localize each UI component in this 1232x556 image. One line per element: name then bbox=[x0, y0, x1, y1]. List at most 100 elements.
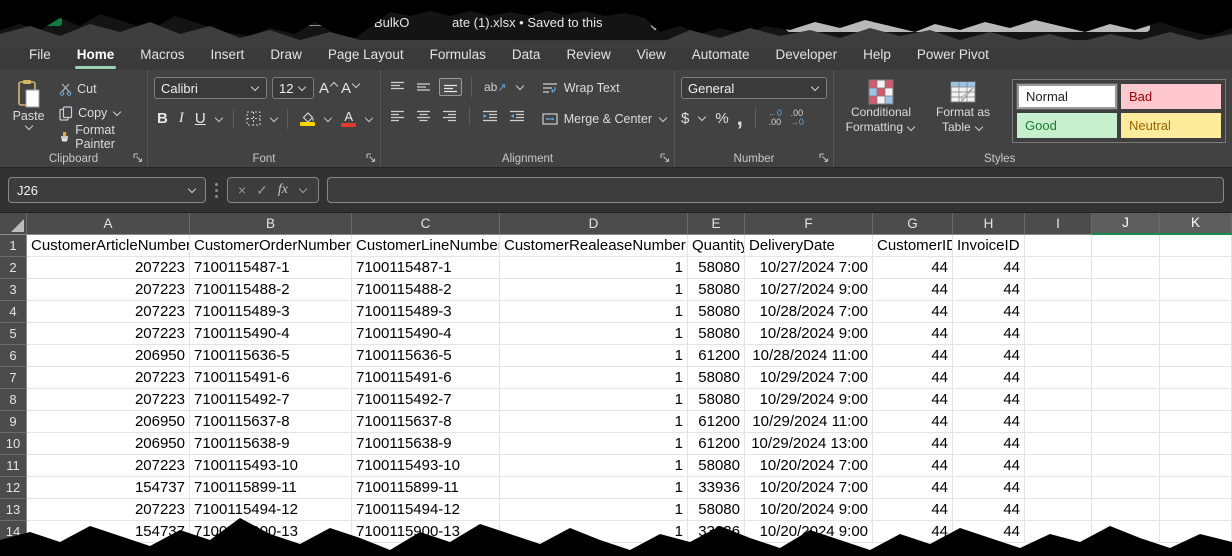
clipboard-dialog-launcher-icon[interactable] bbox=[133, 153, 143, 163]
currency-format-button[interactable]: $ bbox=[681, 110, 689, 127]
cell-A1[interactable]: CustomerArticleNumber bbox=[27, 235, 190, 257]
cell-style-neutral[interactable]: Neutral bbox=[1121, 113, 1221, 138]
fx-dropdown-icon[interactable] bbox=[299, 185, 307, 193]
cell-F12[interactable]: 10/20/2024 7:00 bbox=[745, 477, 873, 499]
orientation-button[interactable]: ab ↗ bbox=[481, 78, 510, 96]
cell-I14[interactable] bbox=[1025, 521, 1092, 543]
cell-F1[interactable]: DeliveryDate bbox=[745, 235, 873, 257]
cell-E13[interactable]: 58080 bbox=[688, 499, 745, 521]
cell-C7[interactable]: 7100115491-6 bbox=[352, 367, 500, 389]
orientation-dropdown-icon[interactable] bbox=[515, 82, 523, 90]
cell-B2[interactable]: 7100115487-1 bbox=[190, 257, 352, 279]
cell-B12[interactable]: 7100115899-11 bbox=[190, 477, 352, 499]
cell-J6[interactable] bbox=[1092, 345, 1160, 367]
cell-G12[interactable]: 44 bbox=[873, 477, 953, 499]
bold-button[interactable]: B bbox=[154, 108, 171, 129]
increase-font-size-button[interactable]: A bbox=[319, 80, 336, 97]
underline-button[interactable]: U bbox=[192, 108, 209, 129]
cell-J9[interactable] bbox=[1092, 411, 1160, 433]
cell-A9[interactable]: 206950 bbox=[27, 411, 190, 433]
cell-C13[interactable]: 7100115494-12 bbox=[352, 499, 500, 521]
cell-B3[interactable]: 7100115488-2 bbox=[190, 279, 352, 301]
cell-J3[interactable] bbox=[1092, 279, 1160, 301]
cell-B1[interactable]: CustomerOrderNumber bbox=[190, 235, 352, 257]
cell-E7[interactable]: 58080 bbox=[688, 367, 745, 389]
cell-A2[interactable]: 207223 bbox=[27, 257, 190, 279]
row-header-6[interactable]: 6 bbox=[0, 345, 27, 367]
row-header-1[interactable]: 1 bbox=[0, 235, 27, 257]
cell-H12[interactable]: 44 bbox=[953, 477, 1025, 499]
cell-E2[interactable]: 58080 bbox=[688, 257, 745, 279]
tab-file[interactable]: File bbox=[16, 40, 64, 70]
row-header-4[interactable]: 4 bbox=[0, 301, 27, 323]
cell-K13[interactable] bbox=[1160, 499, 1232, 521]
cell-K3[interactable] bbox=[1160, 279, 1232, 301]
tab-insert[interactable]: Insert bbox=[198, 40, 258, 70]
cell-H11[interactable]: 44 bbox=[953, 455, 1025, 477]
font-color-dropdown-icon[interactable] bbox=[365, 113, 373, 121]
cell-K5[interactable] bbox=[1160, 323, 1232, 345]
cell-A6[interactable]: 206950 bbox=[27, 345, 190, 367]
cell-D4[interactable]: 1 bbox=[500, 301, 688, 323]
cell-E8[interactable]: 58080 bbox=[688, 389, 745, 411]
percent-format-button[interactable]: % bbox=[715, 110, 728, 127]
copy-button[interactable]: Copy bbox=[59, 104, 141, 122]
cell-I1[interactable] bbox=[1025, 235, 1092, 257]
tab-power-pivot[interactable]: Power Pivot bbox=[904, 40, 1002, 70]
cell-I10[interactable] bbox=[1025, 433, 1092, 455]
underline-dropdown-icon[interactable] bbox=[214, 113, 222, 121]
font-color-button[interactable]: A bbox=[338, 109, 359, 129]
chevron-down-icon[interactable] bbox=[651, 22, 659, 30]
cell-J12[interactable] bbox=[1092, 477, 1160, 499]
cell-B11[interactable]: 7100115493-10 bbox=[190, 455, 352, 477]
cell-J1[interactable] bbox=[1092, 235, 1160, 257]
cell-I7[interactable] bbox=[1025, 367, 1092, 389]
cell-B8[interactable]: 7100115492-7 bbox=[190, 389, 352, 411]
cell-J11[interactable] bbox=[1092, 455, 1160, 477]
cell-F3[interactable]: 10/27/2024 9:00 bbox=[745, 279, 873, 301]
increase-decimal-button[interactable]: ←0.00 bbox=[768, 109, 782, 127]
cell-G4[interactable]: 44 bbox=[873, 301, 953, 323]
align-bottom-button[interactable] bbox=[439, 78, 462, 96]
cell-F7[interactable]: 10/29/2024 7:00 bbox=[745, 367, 873, 389]
cut-button[interactable]: Cut bbox=[59, 80, 141, 98]
increase-indent-button[interactable] bbox=[506, 108, 528, 124]
cell-G8[interactable]: 44 bbox=[873, 389, 953, 411]
cell-A10[interactable]: 206950 bbox=[27, 433, 190, 455]
cell-A13[interactable]: 207223 bbox=[27, 499, 190, 521]
quick-access-pill[interactable] bbox=[256, 11, 334, 26]
column-header-J[interactable]: J bbox=[1092, 213, 1160, 235]
comma-format-button[interactable]: , bbox=[737, 113, 743, 123]
align-middle-button[interactable] bbox=[413, 79, 434, 95]
cell-A5[interactable]: 207223 bbox=[27, 323, 190, 345]
italic-button[interactable]: I bbox=[176, 108, 187, 129]
cell-H6[interactable]: 44 bbox=[953, 345, 1025, 367]
cell-F2[interactable]: 10/27/2024 7:00 bbox=[745, 257, 873, 279]
cell-A3[interactable]: 207223 bbox=[27, 279, 190, 301]
column-header-H[interactable]: H bbox=[953, 213, 1025, 235]
cell-J4[interactable] bbox=[1092, 301, 1160, 323]
cell-H8[interactable]: 44 bbox=[953, 389, 1025, 411]
cell-D14[interactable]: 1 bbox=[500, 521, 688, 543]
cell-E4[interactable]: 58080 bbox=[688, 301, 745, 323]
enter-button[interactable]: ✓ bbox=[256, 182, 268, 199]
cell-style-bad[interactable]: Bad bbox=[1121, 84, 1221, 109]
cell-E10[interactable]: 61200 bbox=[688, 433, 745, 455]
cell-G7[interactable]: 44 bbox=[873, 367, 953, 389]
cell-F11[interactable]: 10/20/2024 7:00 bbox=[745, 455, 873, 477]
cell-D8[interactable]: 1 bbox=[500, 389, 688, 411]
row-header-2[interactable]: 2 bbox=[0, 257, 27, 279]
cell-B6[interactable]: 7100115636-5 bbox=[190, 345, 352, 367]
cell-C11[interactable]: 7100115493-10 bbox=[352, 455, 500, 477]
cell-D7[interactable]: 1 bbox=[500, 367, 688, 389]
cell-E12[interactable]: 33936 bbox=[688, 477, 745, 499]
font-size-combo[interactable]: 12 bbox=[272, 77, 314, 99]
row-header-14[interactable]: 14 bbox=[0, 521, 27, 543]
merge-center-dropdown-icon[interactable] bbox=[659, 114, 667, 122]
cell-G1[interactable]: CustomerID bbox=[873, 235, 953, 257]
cell-C6[interactable]: 7100115636-5 bbox=[352, 345, 500, 367]
paste-button[interactable]: Paste bbox=[6, 79, 51, 146]
row-header-12[interactable]: 12 bbox=[0, 477, 27, 499]
column-header-B[interactable]: B bbox=[190, 213, 352, 235]
cell-G6[interactable]: 44 bbox=[873, 345, 953, 367]
